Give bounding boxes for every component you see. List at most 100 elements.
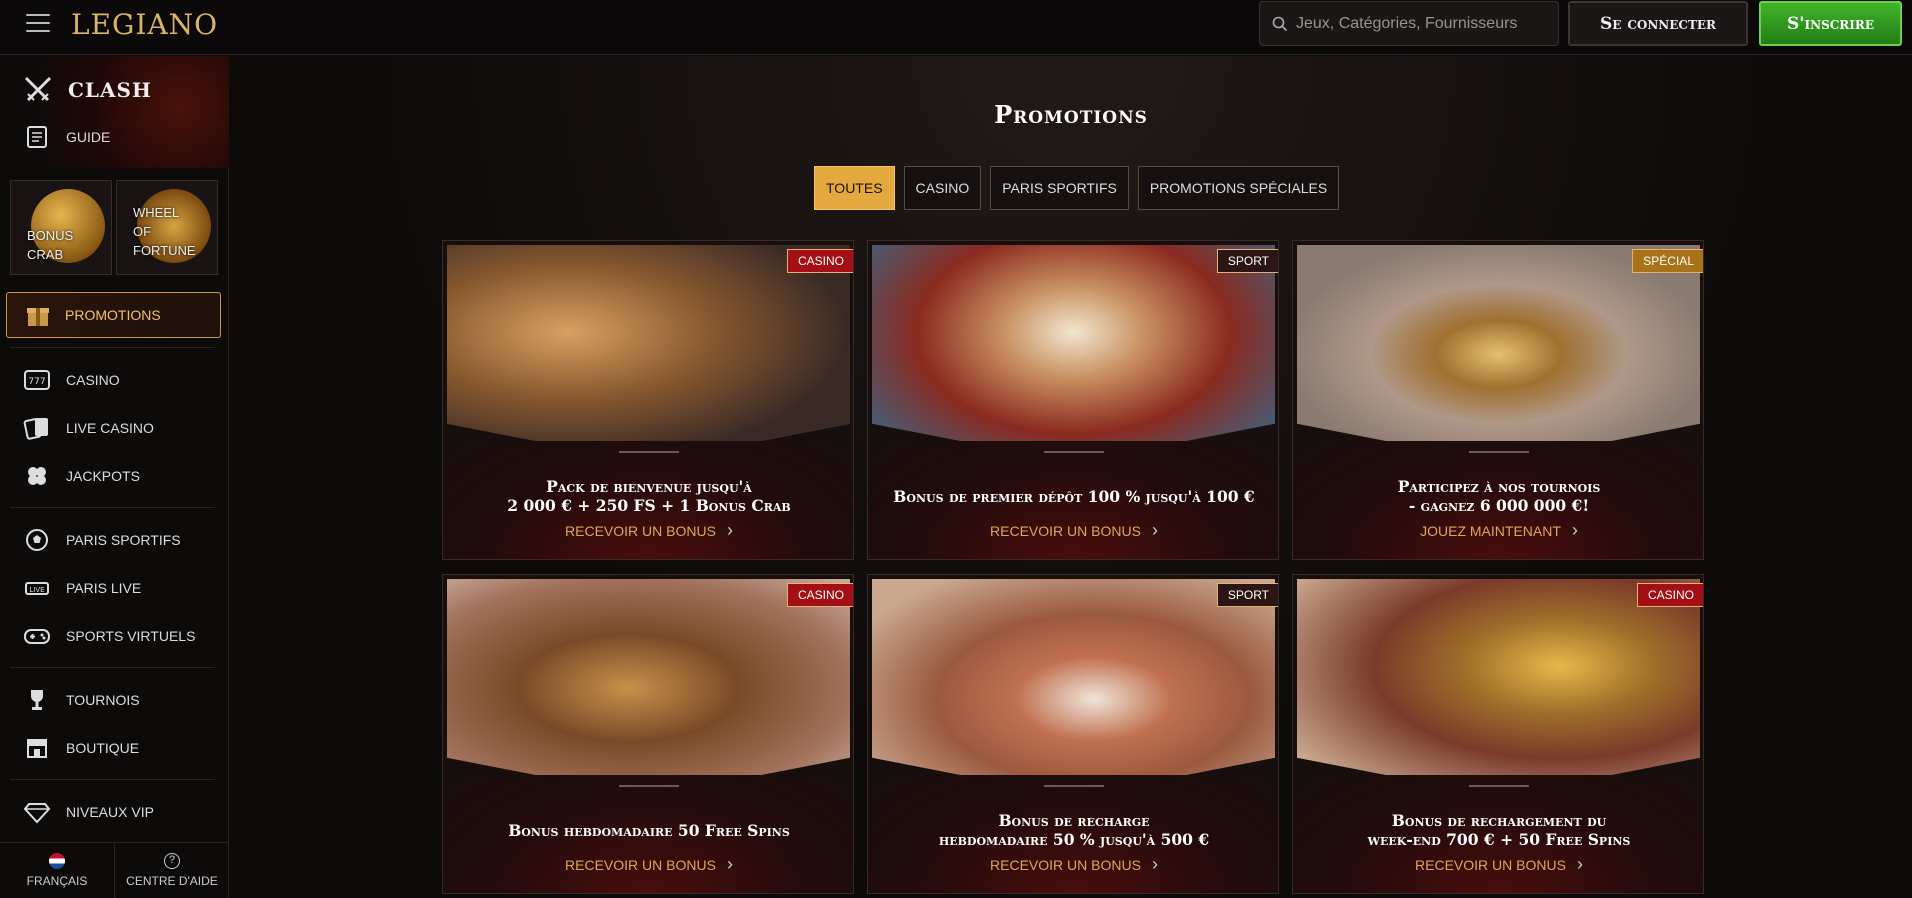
menu-icon[interactable]: [26, 14, 50, 32]
sidebar-item-paris-sportifs[interactable]: PARIS SPORTIFS: [22, 525, 181, 555]
promo-image: [872, 579, 1275, 797]
tile-label: BONUS CRAB: [27, 228, 74, 262]
sidebar-item-label: GUIDE: [66, 129, 111, 145]
promo-card[interactable]: CASINO Pack de bienvenue jusqu'à 2 000 € …: [442, 240, 854, 560]
promo-cta-link[interactable]: RECEVOIR UN BONUS: [443, 854, 853, 875]
soccer-ball-icon: [22, 525, 52, 555]
gamepad-icon: [22, 621, 52, 651]
promo-image: [447, 245, 850, 463]
language-label: FRANÇAIS: [26, 874, 88, 888]
scroll-icon: [27, 126, 47, 148]
crossed-swords-icon: [24, 76, 52, 102]
sidebar-footer: FRANÇAIS ? CENTRE D'AIDE: [0, 842, 229, 898]
filter-toutes[interactable]: TOUTES: [814, 166, 895, 210]
sidebar-item-paris-live[interactable]: LIVE PARIS LIVE: [22, 573, 141, 603]
login-button[interactable]: Se connecter: [1568, 1, 1748, 46]
tile-wheel-of-fortune[interactable]: WHEEL OF FORTUNE: [116, 180, 218, 275]
divider: [10, 779, 215, 780]
filter-promotions-speciales[interactable]: PROMOTIONS SPÉCIALES: [1137, 166, 1340, 210]
category-badge: SPORT: [1216, 249, 1278, 273]
gift-icon: [27, 308, 49, 326]
search-input[interactable]: [1296, 14, 1546, 33]
category-badge: CASINO: [1636, 583, 1703, 607]
sidebar-item-label: JACKPOTS: [66, 468, 140, 484]
sidebar-item-label: SPORTS VIRTUELS: [66, 628, 196, 644]
filter-tabs: TOUTES CASINO PARIS SPORTIFS PROMOTIONS …: [814, 166, 1340, 210]
sidebar-item-label: NIVEAUX VIP: [66, 804, 154, 820]
sidebar-item-promotions[interactable]: PROMOTIONS: [6, 292, 221, 338]
divider: [10, 347, 215, 348]
sidebar-item-label: PARIS SPORTIFS: [66, 532, 181, 548]
live-icon: LIVE: [22, 573, 52, 603]
svg-text:777: 777: [28, 377, 45, 387]
sidebar-item-boutique[interactable]: BOUTIQUE: [22, 733, 139, 763]
cards-icon: [22, 413, 52, 443]
sidebar-item-sports-virtuels[interactable]: SPORTS VIRTUELS: [22, 621, 195, 651]
sidebar-item-guide[interactable]: GUIDE: [22, 123, 110, 151]
diamond-icon: [22, 797, 52, 827]
promo-card[interactable]: CASINO Bonus de rechargement du week-end …: [1292, 574, 1704, 894]
clover-icon: [22, 461, 52, 491]
promo-image: [1297, 245, 1700, 463]
divider: [10, 507, 215, 508]
sidebar-item-label: CLASH: [68, 78, 152, 102]
promo-title: Pack de bienvenue jusqu'à 2 000 € + 250 F…: [507, 477, 791, 515]
clash-banner: CLASH GUIDE: [0, 56, 229, 168]
promo-cta-link[interactable]: JOUEZ MAINTENANT: [1293, 520, 1703, 541]
promo-image: [1297, 579, 1700, 797]
promo-cta-link[interactable]: RECEVOIR UN BONUS: [868, 520, 1278, 541]
main-content: Promotions TOUTES CASINO PARIS SPORTIFS …: [230, 56, 1912, 898]
sidebar-item-label: TOURNOIS: [66, 692, 140, 708]
sidebar: CLASH GUIDE BONUS CRAB WHEEL OF FORTUNE …: [0, 56, 229, 898]
ornament: [1469, 451, 1529, 453]
promo-title: Bonus de rechargement du week-end 700 € +…: [1367, 811, 1631, 849]
sidebar-item-label: CASINO: [66, 372, 120, 388]
promo-card[interactable]: SPORT Bonus de premier dépôt 100 % jusqu…: [867, 240, 1279, 560]
page-title: Promotions: [994, 100, 1148, 129]
promo-card[interactable]: CASINO Bonus hebdomadaire 50 Free Spins …: [442, 574, 854, 894]
promo-title: Bonus hebdomadaire 50 Free Spins: [508, 821, 790, 840]
promo-image: [872, 245, 1275, 463]
language-selector[interactable]: FRANÇAIS: [0, 843, 115, 898]
sidebar-item-live-casino[interactable]: LIVE CASINO: [22, 413, 154, 443]
sidebar-item-jackpots[interactable]: JACKPOTS: [22, 461, 140, 491]
svg-text:LIVE: LIVE: [29, 586, 44, 594]
filter-casino[interactable]: CASINO: [903, 166, 982, 210]
ornament: [1469, 785, 1529, 787]
flag-icon: [49, 853, 65, 869]
help-center-link[interactable]: ? CENTRE D'AIDE: [115, 843, 229, 898]
sidebar-item-clash[interactable]: CLASH: [22, 74, 152, 106]
signup-button[interactable]: S'inscrire: [1759, 1, 1902, 46]
tile-label: WHEEL OF FORTUNE: [133, 205, 196, 258]
promo-title: Participez à nos tournois - gagnez 6 000 …: [1397, 477, 1601, 515]
category-badge: SPORT: [1216, 583, 1278, 607]
tile-bonus-crab[interactable]: BONUS CRAB: [10, 180, 112, 275]
promo-cta-link[interactable]: RECEVOIR UN BONUS: [1293, 854, 1703, 875]
promo-title: Bonus de recharge hebdomadaire 50 % jusqu…: [938, 811, 1210, 849]
promo-cta-link[interactable]: RECEVOIR UN BONUS: [443, 520, 853, 541]
top-header: LEGIANO Se connecter S'inscrire: [0, 0, 1912, 55]
feature-tiles: BONUS CRAB WHEEL OF FORTUNE: [10, 180, 218, 275]
help-label: CENTRE D'AIDE: [126, 874, 218, 888]
promo-card[interactable]: SPORT Bonus de recharge hebdomadaire 50 %…: [867, 574, 1279, 894]
slot-machine-icon: 777: [22, 365, 52, 395]
sidebar-item-niveaux-vip[interactable]: NIVEAUX VIP: [22, 797, 154, 827]
promo-card[interactable]: SPÉCIAL Participez à nos tournois - gagne…: [1292, 240, 1704, 560]
ornament: [619, 451, 679, 453]
sidebar-item-label: PROMOTIONS: [65, 307, 161, 323]
sidebar-item-label: BOUTIQUE: [66, 740, 140, 756]
filter-paris-sportifs[interactable]: PARIS SPORTIFS: [990, 166, 1129, 210]
promo-cta-link[interactable]: RECEVOIR UN BONUS: [868, 854, 1278, 875]
logo[interactable]: LEGIANO: [71, 8, 218, 41]
category-badge: SPÉCIAL: [1632, 249, 1703, 273]
sidebar-item-label: LIVE CASINO: [66, 420, 154, 436]
search-icon: [1272, 16, 1288, 31]
shop-icon: [22, 733, 52, 763]
sidebar-item-casino[interactable]: 777 CASINO: [22, 365, 120, 395]
sidebar-item-tournois[interactable]: TOURNOIS: [22, 685, 140, 715]
divider: [10, 667, 215, 668]
search-box[interactable]: [1259, 1, 1559, 46]
ornament: [1044, 451, 1104, 453]
ornament: [1044, 785, 1104, 787]
category-badge: CASINO: [786, 249, 853, 273]
